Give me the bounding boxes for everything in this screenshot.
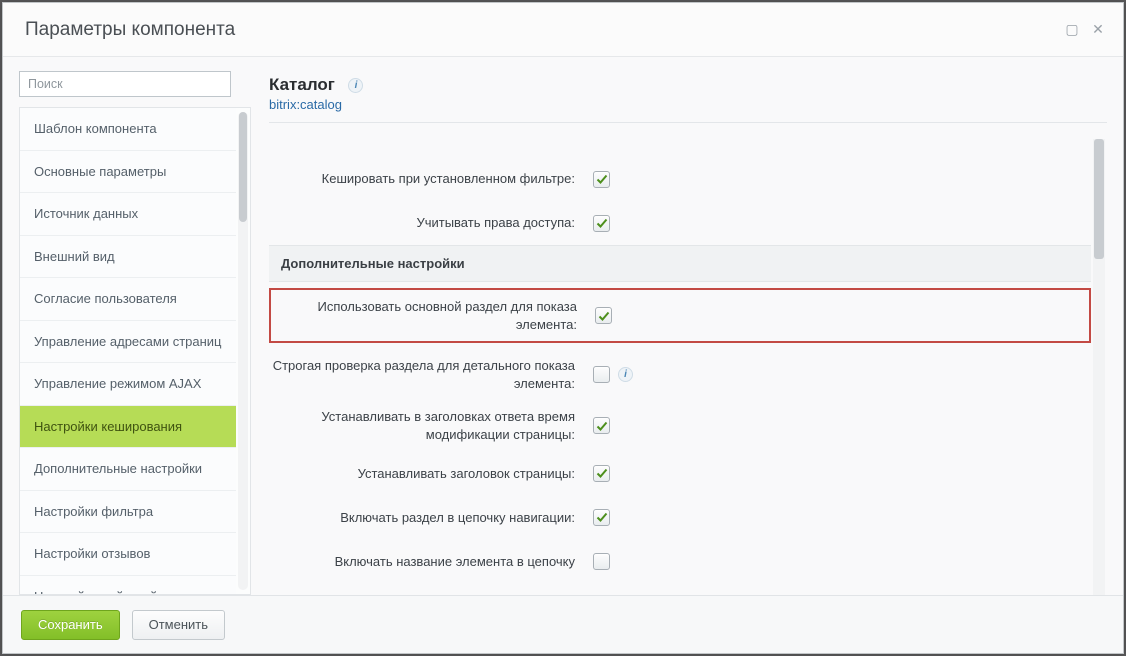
save-button[interactable]: Сохранить bbox=[21, 610, 120, 640]
settings-scrollbar[interactable] bbox=[1093, 139, 1105, 595]
row-set-title: Устанавливать заголовок страницы: bbox=[269, 451, 1091, 495]
settings-scroll-thumb[interactable] bbox=[1094, 139, 1104, 259]
dialog-body: Шаблон компонентаОсновные параметрыИсточ… bbox=[3, 57, 1123, 653]
component-title: Каталог bbox=[269, 75, 335, 95]
checkbox-set-title[interactable] bbox=[593, 465, 610, 482]
component-subtitle: bitrix:catalog bbox=[269, 97, 1107, 112]
sidebar: Шаблон компонентаОсновные параметрыИсточ… bbox=[19, 71, 251, 595]
checkbox-cache-groups[interactable] bbox=[593, 215, 610, 232]
sidebar-scrollbar[interactable] bbox=[238, 112, 248, 590]
checkbox-strict-section[interactable] bbox=[593, 366, 610, 383]
row-set-last-modified: Устанавливать в заголовках ответа время … bbox=[269, 400, 1091, 451]
dialog-window: Параметры компонента ▢ ✕ Шаблон компонен… bbox=[2, 2, 1124, 654]
sidebar-item-4[interactable]: Согласие пользователя bbox=[20, 278, 236, 321]
section-additional: Дополнительные настройки bbox=[269, 245, 1091, 282]
sidebar-item-10[interactable]: Настройки отзывов bbox=[20, 533, 236, 576]
cancel-button[interactable]: Отменить bbox=[132, 610, 225, 640]
checkbox-add-section-chain[interactable] bbox=[593, 509, 610, 526]
info-icon[interactable]: i bbox=[618, 367, 633, 382]
sidebar-scroll-thumb[interactable] bbox=[239, 112, 247, 222]
search-input[interactable] bbox=[19, 71, 231, 97]
sidebar-item-9[interactable]: Настройки фильтра bbox=[20, 491, 236, 534]
dialog-title: Параметры компонента bbox=[25, 19, 1065, 41]
sidebar-nav: Шаблон компонентаОсновные параметрыИсточ… bbox=[19, 107, 251, 595]
sidebar-item-7[interactable]: Настройки кеширования bbox=[20, 406, 236, 449]
sidebar-item-6[interactable]: Управление режимом AJAX bbox=[20, 363, 236, 406]
row-cache-groups: Учитывать права доступа: bbox=[269, 201, 1091, 245]
row-cache-filter: Кешировать при установленном фильтре: bbox=[269, 157, 1091, 201]
row-add-section-chain: Включать раздел в цепочку навигации: bbox=[269, 495, 1091, 539]
titlebar: Параметры компонента ▢ ✕ bbox=[3, 3, 1123, 57]
checkbox-add-element-chain[interactable] bbox=[593, 553, 610, 570]
sidebar-item-5[interactable]: Управление адресами страниц bbox=[20, 321, 236, 364]
row-add-element-chain: Включать название элемента в цепочку bbox=[269, 539, 1091, 583]
checkbox-use-main-section[interactable] bbox=[595, 307, 612, 324]
dialog-footer: Сохранить Отменить bbox=[3, 595, 1123, 653]
checkbox-set-last-modified[interactable] bbox=[593, 417, 610, 434]
label-set-title: Устанавливать заголовок страницы: bbox=[269, 457, 585, 491]
label-cache-filter: Кешировать при установленном фильтре: bbox=[269, 162, 585, 196]
info-icon[interactable]: i bbox=[348, 78, 363, 93]
sidebar-item-0[interactable]: Шаблон компонента bbox=[20, 108, 236, 151]
row-strict-section: Строгая проверка раздела для детального … bbox=[269, 349, 1091, 400]
sidebar-item-3[interactable]: Внешний вид bbox=[20, 236, 236, 279]
label-use-main-section: Использовать основной раздел для показа … bbox=[271, 290, 587, 341]
sidebar-item-1[interactable]: Основные параметры bbox=[20, 151, 236, 194]
label-set-last-modified: Устанавливать в заголовках ответа время … bbox=[269, 400, 585, 451]
sidebar-item-11[interactable]: Настройки действий bbox=[20, 576, 236, 594]
maximize-icon[interactable]: ▢ bbox=[1065, 23, 1079, 37]
main-panel: Каталог i bitrix:catalog Кешировать при … bbox=[269, 71, 1107, 595]
checkbox-cache-filter[interactable] bbox=[593, 171, 610, 188]
label-strict-section: Строгая проверка раздела для детального … bbox=[269, 349, 585, 400]
close-icon[interactable]: ✕ bbox=[1091, 23, 1105, 37]
label-cache-groups: Учитывать права доступа: bbox=[269, 206, 585, 240]
label-add-element-chain: Включать название элемента в цепочку bbox=[269, 545, 585, 579]
sidebar-item-2[interactable]: Источник данных bbox=[20, 193, 236, 236]
highlighted-setting: Использовать основной раздел для показа … bbox=[269, 288, 1091, 343]
label-add-section-chain: Включать раздел в цепочку навигации: bbox=[269, 501, 585, 535]
sidebar-item-8[interactable]: Дополнительные настройки bbox=[20, 448, 236, 491]
row-use-main-section: Использовать основной раздел для показа … bbox=[271, 290, 1089, 341]
